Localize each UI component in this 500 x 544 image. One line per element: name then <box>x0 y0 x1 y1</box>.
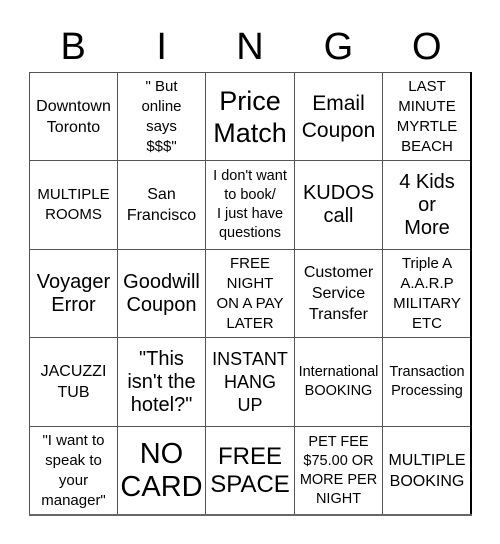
free-space-label: FREE SPACE <box>210 443 290 498</box>
bingo-cell-b1[interactable]: Downtown Toronto <box>30 73 118 161</box>
cell-text: LAST MINUTE MYRTLE BEACH <box>396 77 458 155</box>
cell-text: FREE NIGHT ON A PAY LATER <box>216 254 284 332</box>
bingo-cell-b3[interactable]: Voyager Error <box>30 250 118 338</box>
bingo-cell-n2[interactable]: I don't want to book/ I just have questi… <box>206 161 295 250</box>
bingo-cell-n3[interactable]: FREE NIGHT ON A PAY LATER <box>206 250 295 338</box>
cell-text: " But online says $$$" <box>141 77 182 155</box>
cell-text: Email Coupon <box>301 91 376 142</box>
bingo-cell-free-space[interactable]: FREE SPACE <box>206 427 295 516</box>
cell-text: Transaction Processing <box>389 364 465 399</box>
header-letter-o: O <box>412 26 442 68</box>
cell-text: "I want to speak to your manager" <box>41 432 106 509</box>
bingo-cell-o5[interactable]: MULTIPLE BOOKING <box>383 427 472 516</box>
cell-text: Customer Service Transfer <box>303 264 374 323</box>
header-letter-i: I <box>156 26 167 68</box>
cell-text: KUDOS call <box>302 182 375 227</box>
bingo-cell-o1[interactable]: LAST MINUTE MYRTLE BEACH <box>383 73 472 161</box>
bingo-cell-i2[interactable]: San Francisco <box>118 161 206 250</box>
cell-text: Triple A A.A.R.P MILITARY ETC <box>393 254 461 332</box>
bingo-cell-i5[interactable]: NO CARD <box>118 427 206 516</box>
cell-text: Voyager Error <box>36 270 111 316</box>
bingo-cell-i4[interactable]: "This isn't the hotel?" <box>118 338 206 427</box>
cell-text: MULTIPLE BOOKING <box>388 452 466 490</box>
cell-text: INSTANT HANG UP <box>212 348 288 415</box>
bingo-cell-o4[interactable]: Transaction Processing <box>383 338 472 427</box>
bingo-cell-g5[interactable]: PET FEE $75.00 OR MORE PER NIGHT <box>295 427 383 516</box>
bingo-header: B I N G O <box>29 22 471 72</box>
bingo-cell-n4[interactable]: INSTANT HANG UP <box>206 338 295 427</box>
bingo-cell-b5[interactable]: "I want to speak to your manager" <box>30 427 118 516</box>
header-letter-b: B <box>60 26 86 68</box>
cell-text: Price Match <box>213 85 287 148</box>
bingo-cell-i1[interactable]: " But online says $$$" <box>118 73 206 161</box>
cell-text: "This isn't the hotel?" <box>127 347 196 416</box>
cell-text: MULTIPLE ROOMS <box>37 186 110 223</box>
bingo-cell-g3[interactable]: Customer Service Transfer <box>295 250 383 338</box>
cell-text: 4 Kids or More <box>399 170 455 239</box>
cell-text: Downtown Toronto <box>36 97 111 136</box>
header-letter-g: G <box>323 26 354 68</box>
cell-text: San Francisco <box>126 186 197 224</box>
cell-text: I don't want to book/ I just have questi… <box>213 168 287 241</box>
bingo-cell-g2[interactable]: KUDOS call <box>295 161 383 250</box>
bingo-cell-o2[interactable]: 4 Kids or More <box>383 161 472 250</box>
cell-text: PET FEE $75.00 OR MORE PER NIGHT <box>299 434 378 507</box>
bingo-board: Downtown Toronto " But online says $$$" … <box>29 72 472 516</box>
bingo-cell-o3[interactable]: Triple A A.A.R.P MILITARY ETC <box>383 250 472 338</box>
bingo-cell-n1[interactable]: Price Match <box>206 73 295 161</box>
bingo-cell-b2[interactable]: MULTIPLE ROOMS <box>30 161 118 250</box>
header-letter-n: N <box>236 26 264 68</box>
bingo-cell-i3[interactable]: Goodwill Coupon <box>118 250 206 338</box>
board-border-bottom <box>29 514 472 516</box>
cell-text: JACUZZI TUB <box>40 363 107 401</box>
cell-text: Goodwill Coupon <box>123 270 200 316</box>
board-border-right <box>470 72 472 516</box>
bingo-cell-b4[interactable]: JACUZZI TUB <box>30 338 118 427</box>
cell-text: International BOOKING <box>298 364 379 399</box>
bingo-cell-g4[interactable]: International BOOKING <box>295 338 383 427</box>
bingo-cell-g1[interactable]: Email Coupon <box>295 73 383 161</box>
cell-text: NO CARD <box>120 438 203 503</box>
